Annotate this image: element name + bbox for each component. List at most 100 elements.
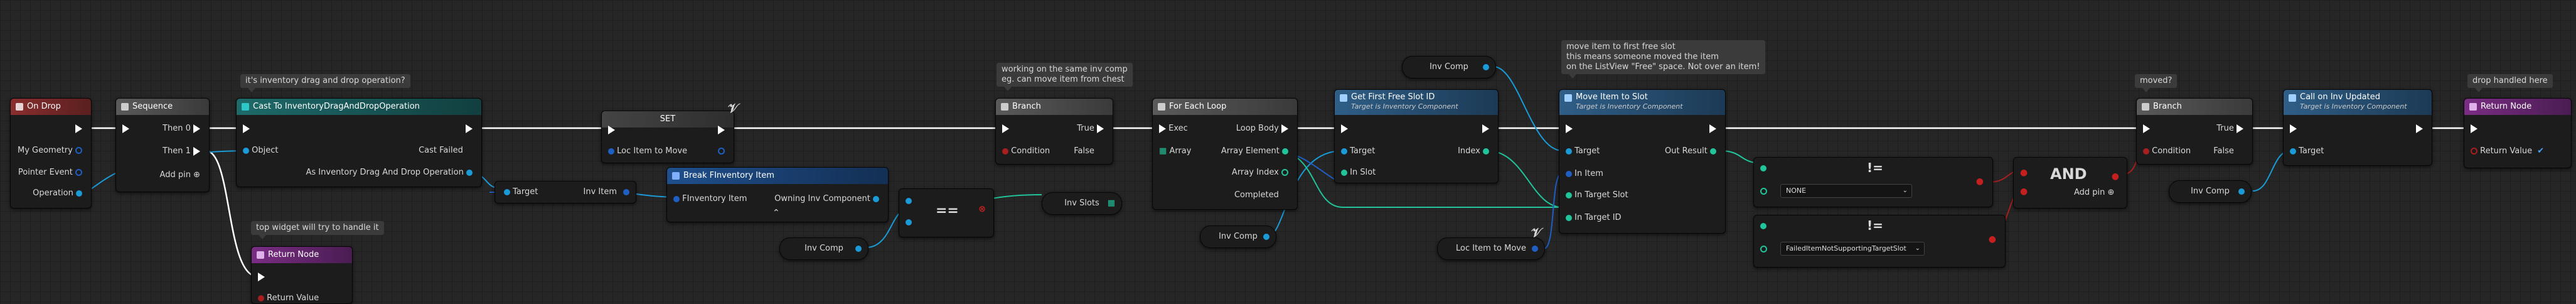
not-equal-node-2[interactable]: != FailedItemNotSupportingTargetSlot ⌄ ● — [1753, 215, 2006, 268]
checkbox-checked-icon[interactable]: ✔ — [2537, 146, 2544, 156]
array-pin[interactable]: ▦ Array — [1159, 146, 1191, 156]
out-result-pin[interactable]: Out Result — [1665, 146, 1716, 156]
return-value-pin[interactable]: Return Value ✔ — [2471, 146, 2544, 156]
completed-pin[interactable]: Completed — [1234, 190, 1288, 200]
var-out-pin[interactable] — [2238, 188, 2245, 195]
exec-in-pin[interactable] — [2143, 124, 2150, 134]
input-a-pin[interactable] — [1760, 165, 1766, 171]
pin-my-geometry[interactable]: My Geometry — [18, 146, 82, 156]
as-op-pin[interactable]: As Inventory Drag And Drop Operation — [306, 168, 473, 178]
input-b-pin[interactable] — [906, 219, 912, 225]
exec-out-pin[interactable] — [2416, 124, 2423, 134]
exec-out-pin[interactable] — [466, 124, 473, 134]
call-inv-updated-node[interactable]: Call on Inv Updated Target is Inventory … — [2283, 89, 2432, 166]
item-in-pin[interactable]: FInventory Item — [673, 194, 747, 204]
input-a-pin[interactable] — [1760, 223, 1766, 229]
exec-in-pin[interactable] — [2471, 124, 2477, 134]
loc-item-out-pin[interactable] — [718, 146, 725, 156]
get-first-free-slot-node[interactable]: Get First Free Slot ID Target is Invento… — [1334, 89, 1499, 183]
break-item-node[interactable]: Break FInventory Item FInventory Item Ow… — [666, 167, 889, 222]
var-out-pin[interactable] — [1532, 246, 1538, 252]
inv-slots-getter[interactable]: Inv Slots ▦ — [1042, 192, 1122, 215]
inv-item-getter[interactable]: Target Inv Item — [494, 181, 636, 204]
exec-in-pin[interactable] — [243, 124, 250, 134]
exec-in-pin[interactable] — [2290, 124, 2297, 134]
move-item-node[interactable]: Move Item to Slot Target is Inventory Co… — [1559, 89, 1726, 234]
exec-in-pin[interactable] — [122, 124, 129, 134]
true-pin[interactable]: True — [1077, 124, 1104, 134]
enum-select[interactable]: FailedItemNotSupportingTargetSlot ⌄ — [1780, 242, 1925, 256]
exec-in-pin[interactable] — [258, 272, 265, 282]
exec-in-pin[interactable] — [608, 125, 615, 135]
bool-out-pin[interactable]: ⊗ — [978, 204, 986, 214]
array-index-pin[interactable]: Array Index — [1232, 168, 1288, 178]
target-pin[interactable]: Target — [1341, 146, 1375, 156]
object-pin[interactable]: Object — [243, 146, 278, 156]
sequence-node[interactable]: Sequence Then 0 Then 1 Add pin ⊕ — [115, 98, 210, 192]
set-node[interactable]: SET Loc Item to Move — [601, 111, 734, 163]
exec-in-pin[interactable]: Exec — [1159, 124, 1188, 134]
node-header: Call on Inv Updated Target is Inventory … — [2284, 90, 2432, 115]
cast-failed-pin[interactable]: Cast Failed — [419, 146, 473, 156]
add-pin-button[interactable]: Add pin ⊕ — [160, 170, 200, 180]
target-pin[interactable]: Target — [1566, 146, 1600, 156]
loop-body-pin[interactable]: Loop Body — [1236, 124, 1288, 134]
input-b-pin[interactable] — [1760, 188, 1767, 195]
exec-in-pin[interactable] — [1341, 124, 1348, 134]
in-item-pin[interactable]: In Item — [1566, 169, 1603, 179]
bool-out-pin[interactable]: ● — [2112, 171, 2119, 182]
for-each-node[interactable]: For Each Loop Exec ▦ Array Loop Body Arr… — [1152, 98, 1298, 210]
pin-operation[interactable]: Operation — [33, 188, 82, 198]
input-b-pin[interactable] — [1760, 246, 1767, 252]
input-b-pin[interactable]: ● — [2020, 187, 2028, 197]
then-0-pin[interactable]: Then 0 — [163, 124, 200, 134]
true-pin[interactable]: True — [2216, 124, 2243, 134]
condition-pin[interactable]: Condition — [2143, 146, 2191, 156]
collapse-icon[interactable]: ⌃ — [772, 208, 780, 218]
array-element-pin[interactable]: Array Element — [1221, 146, 1288, 156]
input-a-pin[interactable]: ● — [2020, 168, 2028, 178]
and-node[interactable]: ● ● AND Add pin ⊕ ● — [2013, 157, 2127, 209]
branch-node[interactable]: Branch True Condition False — [995, 98, 1113, 165]
false-pin[interactable]: False — [2213, 146, 2243, 156]
false-pin[interactable]: False — [1074, 146, 1104, 156]
return-node-right[interactable]: Return Node Return Value ✔ — [2464, 98, 2572, 168]
cast-node[interactable]: Cast To InventoryDragAndDropOperation Ob… — [236, 98, 482, 187]
target-pin[interactable]: Target — [2290, 146, 2324, 156]
not-equal-node-1[interactable]: != NONE ⌄ ● — [1753, 157, 1993, 207]
input-a-pin[interactable] — [906, 198, 912, 204]
equal-node[interactable]: == ⊗ — [899, 188, 994, 237]
inv-comp-getter[interactable]: Inv Comp — [779, 237, 868, 260]
exec-out-pin[interactable] — [1709, 124, 1716, 134]
on-drop-node[interactable]: On Drop My Geometry Pointer Event Operat… — [10, 98, 92, 209]
index-pin[interactable]: Index — [1458, 146, 1489, 156]
exec-out-pin[interactable] — [718, 125, 725, 135]
condition-pin[interactable]: Condition — [1002, 146, 1050, 156]
var-out-pin[interactable] — [1263, 234, 1269, 240]
inv-comp-getter[interactable]: Inv Comp — [1402, 56, 1496, 79]
bool-out-pin[interactable]: ● — [1989, 234, 1996, 244]
pin-pointer-event[interactable]: Pointer Event — [18, 168, 82, 178]
var-out-pin[interactable] — [855, 246, 862, 252]
inv-comp-getter[interactable]: Inv Comp — [1200, 225, 1276, 248]
in-target-id-pin[interactable]: In Target ID — [1566, 213, 1622, 223]
owning-comp-pin[interactable]: Owning Inv Component — [774, 194, 879, 204]
enum-select[interactable]: NONE ⌄ — [1780, 184, 1912, 198]
chevron-down-icon: ⌄ — [1915, 245, 1920, 252]
exec-out-pin[interactable] — [75, 124, 82, 134]
then-1-pin[interactable]: Then 1 — [163, 146, 200, 156]
inv-comp-getter[interactable]: Inv Comp — [2169, 180, 2252, 203]
exec-in-pin[interactable] — [1566, 124, 1573, 134]
exec-in-pin[interactable] — [1002, 124, 1009, 134]
exec-out-pin[interactable] — [1482, 124, 1489, 134]
loc-item-pin[interactable]: Loc Item to Move — [608, 146, 687, 156]
add-pin-button[interactable]: Add pin ⊕ — [2074, 188, 2114, 197]
var-out-pin[interactable] — [1483, 64, 1489, 70]
branch-node[interactable]: Branch True Condition False — [2136, 98, 2253, 165]
return-node-left[interactable]: Return Node Return Value — [251, 246, 353, 304]
in-slot-pin[interactable]: In Slot — [1341, 168, 1376, 178]
bool-out-pin[interactable]: ● — [1976, 176, 1984, 187]
in-target-slot-pin[interactable]: In Target Slot — [1566, 190, 1628, 200]
return-value-pin[interactable]: Return Value — [258, 293, 319, 303]
loc-item-getter[interactable]: Loc Item to Move — [1437, 237, 1545, 260]
